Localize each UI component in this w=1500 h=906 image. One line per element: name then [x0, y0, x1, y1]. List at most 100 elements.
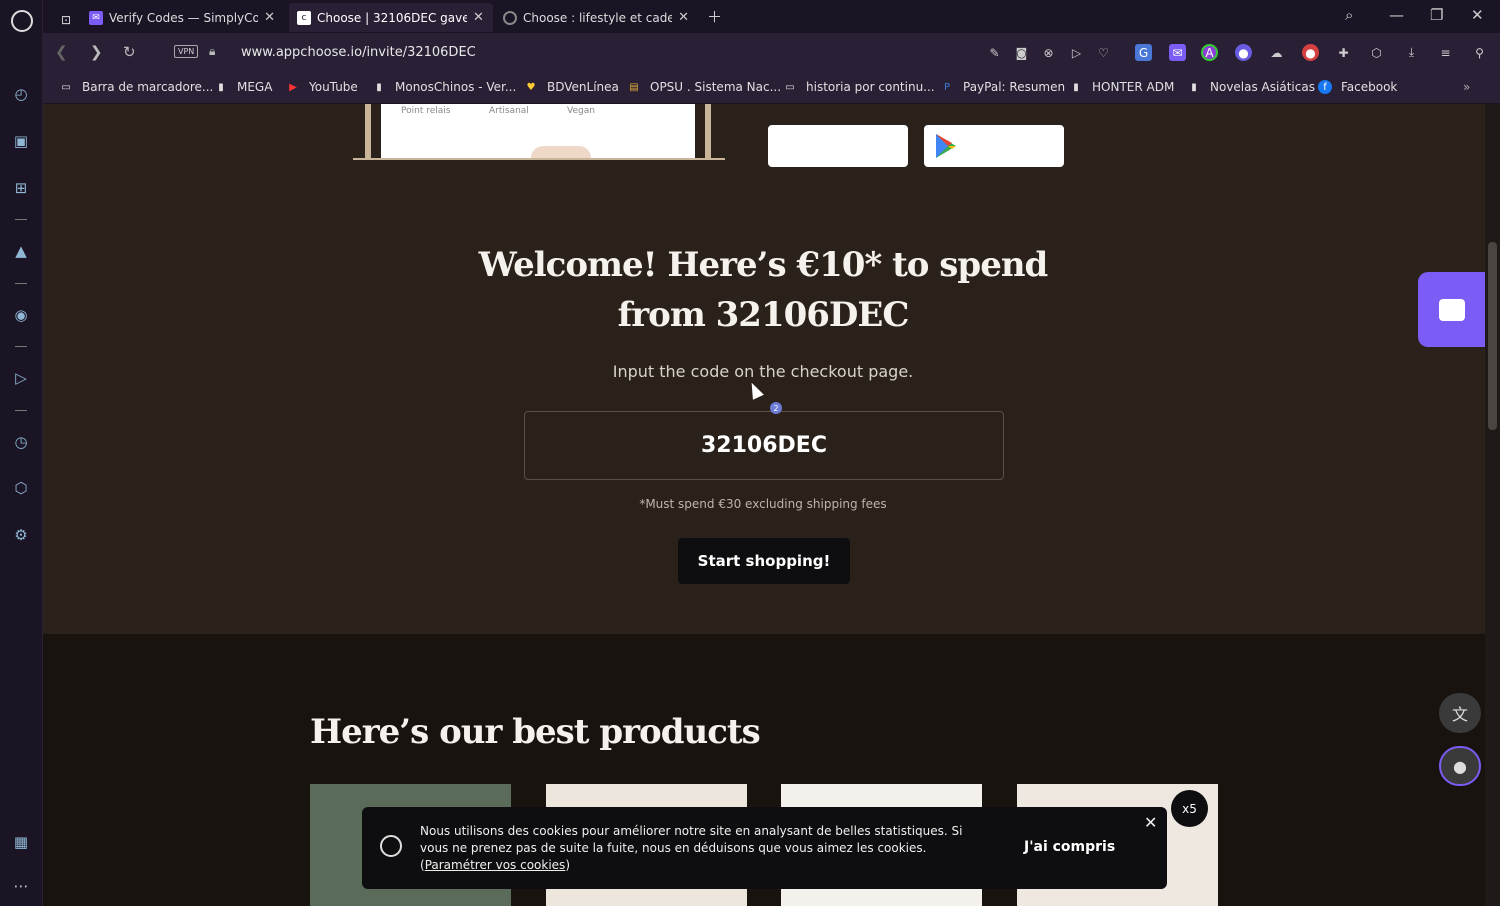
gallery-icon[interactable]: ▦: [11, 832, 31, 852]
cookie-settings-link[interactable]: Paramétrer vos cookies: [425, 858, 566, 872]
cookie-icon: [380, 835, 402, 857]
avatar-ext-icon[interactable]: A: [1201, 44, 1218, 61]
more-bookmarks-icon[interactable]: »: [1463, 80, 1470, 94]
close-icon[interactable]: ✕: [1144, 813, 1157, 832]
back-icon[interactable]: ❮: [55, 43, 68, 61]
aria-icon[interactable]: ▲: [11, 241, 31, 261]
bookmark-honter[interactable]: ▮ HONTER ADM: [1069, 80, 1174, 94]
sidebar-divider: [15, 219, 27, 220]
notification-count-badge[interactable]: x5: [1171, 790, 1208, 827]
ai-icon[interactable]: ⊞: [11, 178, 31, 198]
url-field[interactable]: www.appchoose.io/invite/32106DEC: [241, 45, 476, 60]
bookmarks-bar: ▭ Barra de marcadore... ▮ MEGA ▶ YouTube ▮ M…: [43, 72, 1500, 104]
chat-widget-button[interactable]: [1418, 272, 1485, 347]
send-icon[interactable]: ▷: [1068, 44, 1085, 61]
close-tab-icon[interactable]: ✕: [473, 10, 484, 25]
tab-search-icon[interactable]: ⊡: [53, 5, 83, 34]
hero-section: Point relais Artisanal Vegan Welcome! He…: [43, 104, 1485, 634]
speed-dial-icon[interactable]: ◴: [11, 84, 31, 104]
close-tab-icon[interactable]: ✕: [678, 10, 689, 25]
bookmark-historia[interactable]: ▭ historia por continu...: [783, 80, 934, 94]
more-icon[interactable]: ⋯: [11, 876, 31, 896]
bdv-icon: ♥: [526, 81, 536, 93]
box-ext-icon[interactable]: ⬡: [1368, 44, 1385, 61]
puzzle-ext-icon[interactable]: ✚: [1335, 44, 1352, 61]
easy-setup-icon[interactable]: ≡: [1437, 44, 1454, 61]
assistant-bot-icon[interactable]: ●: [1439, 746, 1481, 786]
address-bar: ❮ ❯ ↻ VPN 🔒︎ www.appchoose.io/invite/321…: [43, 33, 1500, 72]
search-tabs-icon[interactable]: ⌕: [1345, 6, 1353, 24]
page-content: Point relais Artisanal Vegan Welcome! He…: [43, 104, 1485, 906]
forward-icon[interactable]: ❯: [90, 43, 103, 61]
heart-icon[interactable]: ♡: [1095, 44, 1112, 61]
new-tab-icon[interactable]: ＋: [707, 6, 722, 27]
restore-icon[interactable]: ❐: [1430, 6, 1443, 24]
phone-mockup: Point relais Artisanal Vegan: [353, 104, 725, 160]
tab-choose-invite[interactable]: c Choose | 32106DEC gave you ✕: [289, 3, 493, 32]
translate-ext-icon[interactable]: G: [1135, 44, 1152, 61]
start-shopping-button[interactable]: Start shopping!: [678, 538, 850, 584]
scroll-thumb[interactable]: [1488, 242, 1497, 430]
bookmark-bdv[interactable]: ♥ BDVenLínea: [524, 80, 619, 94]
simplycodes-favicon-icon: ✉: [89, 10, 103, 25]
chip-vegan: Vegan: [567, 106, 595, 116]
opera-logo-icon[interactable]: [11, 10, 33, 32]
tab-choose-lifestyle[interactable]: Choose : lifestyle et cadeaux ✕: [495, 3, 697, 32]
bookmark-mega[interactable]: ▮ MEGA: [214, 80, 272, 94]
profile-icon[interactable]: ⚲: [1471, 44, 1488, 61]
tab-bar: ⊡ ✉ Verify Codes — SimplyCodes ✕ c Choos…: [43, 0, 1500, 33]
sidebar-divider: [15, 410, 27, 411]
close-window-icon[interactable]: ✕: [1471, 6, 1484, 24]
minimize-icon[interactable]: —: [1389, 6, 1404, 24]
bookmark-opsu[interactable]: ▤ OPSU . Sistema Nac...: [627, 80, 781, 94]
cookie-accept-button[interactable]: J'ai compris: [1024, 839, 1115, 855]
bookmark-paypal[interactable]: P PayPal: Resumen: [940, 80, 1065, 94]
chat-icon: [1438, 298, 1465, 321]
bookmark-folder[interactable]: ▭ Barra de marcadore...: [59, 80, 213, 94]
simplycodes-ext-icon[interactable]: ✉: [1169, 44, 1186, 61]
paypal-icon: P: [943, 81, 951, 93]
extensions-box-icon[interactable]: ⬡: [11, 478, 31, 498]
tab-title: Choose : lifestyle et cadeaux: [523, 10, 673, 25]
youtube-icon: ▶: [289, 81, 297, 93]
block-icon[interactable]: ⊗: [1040, 44, 1057, 61]
facebook-icon: f: [1318, 80, 1332, 94]
bookmark-youtube[interactable]: ▶ YouTube: [286, 80, 358, 94]
chip-point-relais: Point relais: [401, 106, 451, 116]
camera-icon[interactable]: ◙: [1013, 44, 1030, 61]
cookie-banner: Nous utilisons des cookies pour améliore…: [362, 807, 1167, 889]
page-scrollbar[interactable]: [1485, 104, 1500, 906]
phone-screen: Point relais Artisanal Vegan: [381, 104, 695, 158]
bookmark-novelas[interactable]: ▮ Novelas Asiáticas: [1187, 80, 1315, 94]
tab-title: Verify Codes — SimplyCodes: [109, 10, 259, 25]
vpn-badge[interactable]: VPN: [174, 45, 199, 58]
bot-ext-icon[interactable]: ●: [1235, 44, 1252, 61]
lock-icon[interactable]: 🔒︎: [209, 44, 215, 59]
history-icon[interactable]: ◷: [11, 432, 31, 452]
player-icon[interactable]: ▷: [11, 368, 31, 388]
settings-gear-icon[interactable]: ⚙: [11, 525, 31, 545]
hero-subtitle: Input the code on the checkout page.: [612, 362, 914, 381]
download-icon[interactable]: ⤓: [1403, 44, 1420, 61]
hero-title: Welcome! Here’s €10* to spend from 32106…: [478, 245, 1049, 335]
browser-sidebar: ◴ ▣ ⊞ ▲ ◉ ▷ ◷ ⬡ ⚙ ▦ ⋯: [0, 0, 43, 906]
choose-favicon-icon: c: [297, 10, 311, 25]
fine-print: *Must spend €30 excluding shipping fees: [639, 497, 887, 511]
edit-icon[interactable]: ✎: [986, 44, 1003, 61]
shop-icon[interactable]: ▣: [11, 131, 31, 151]
cloud-ext-icon[interactable]: ☁: [1268, 44, 1285, 61]
phone-photo: [531, 146, 591, 158]
translate-icon[interactable]: 文: [1439, 693, 1481, 733]
bookmark-facebook[interactable]: f Facebook: [1318, 80, 1397, 94]
reload-icon[interactable]: ↻: [123, 43, 136, 61]
close-tab-icon[interactable]: ✕: [264, 10, 275, 25]
app-store-button[interactable]: [768, 125, 908, 167]
loading-spinner-icon: [503, 10, 517, 25]
promo-code-box[interactable]: 32106DEC: [524, 411, 1004, 480]
tab-title: Choose | 32106DEC gave you: [317, 10, 467, 25]
tab-verify-codes[interactable]: ✉ Verify Codes — SimplyCodes ✕: [81, 3, 283, 32]
google-play-button[interactable]: [924, 125, 1064, 167]
bookmark-monoschinos[interactable]: ▮ MonosChinos - Ver...: [372, 80, 516, 94]
messenger-icon[interactable]: ◉: [11, 305, 31, 325]
record-ext-icon[interactable]: ●: [1302, 44, 1319, 61]
